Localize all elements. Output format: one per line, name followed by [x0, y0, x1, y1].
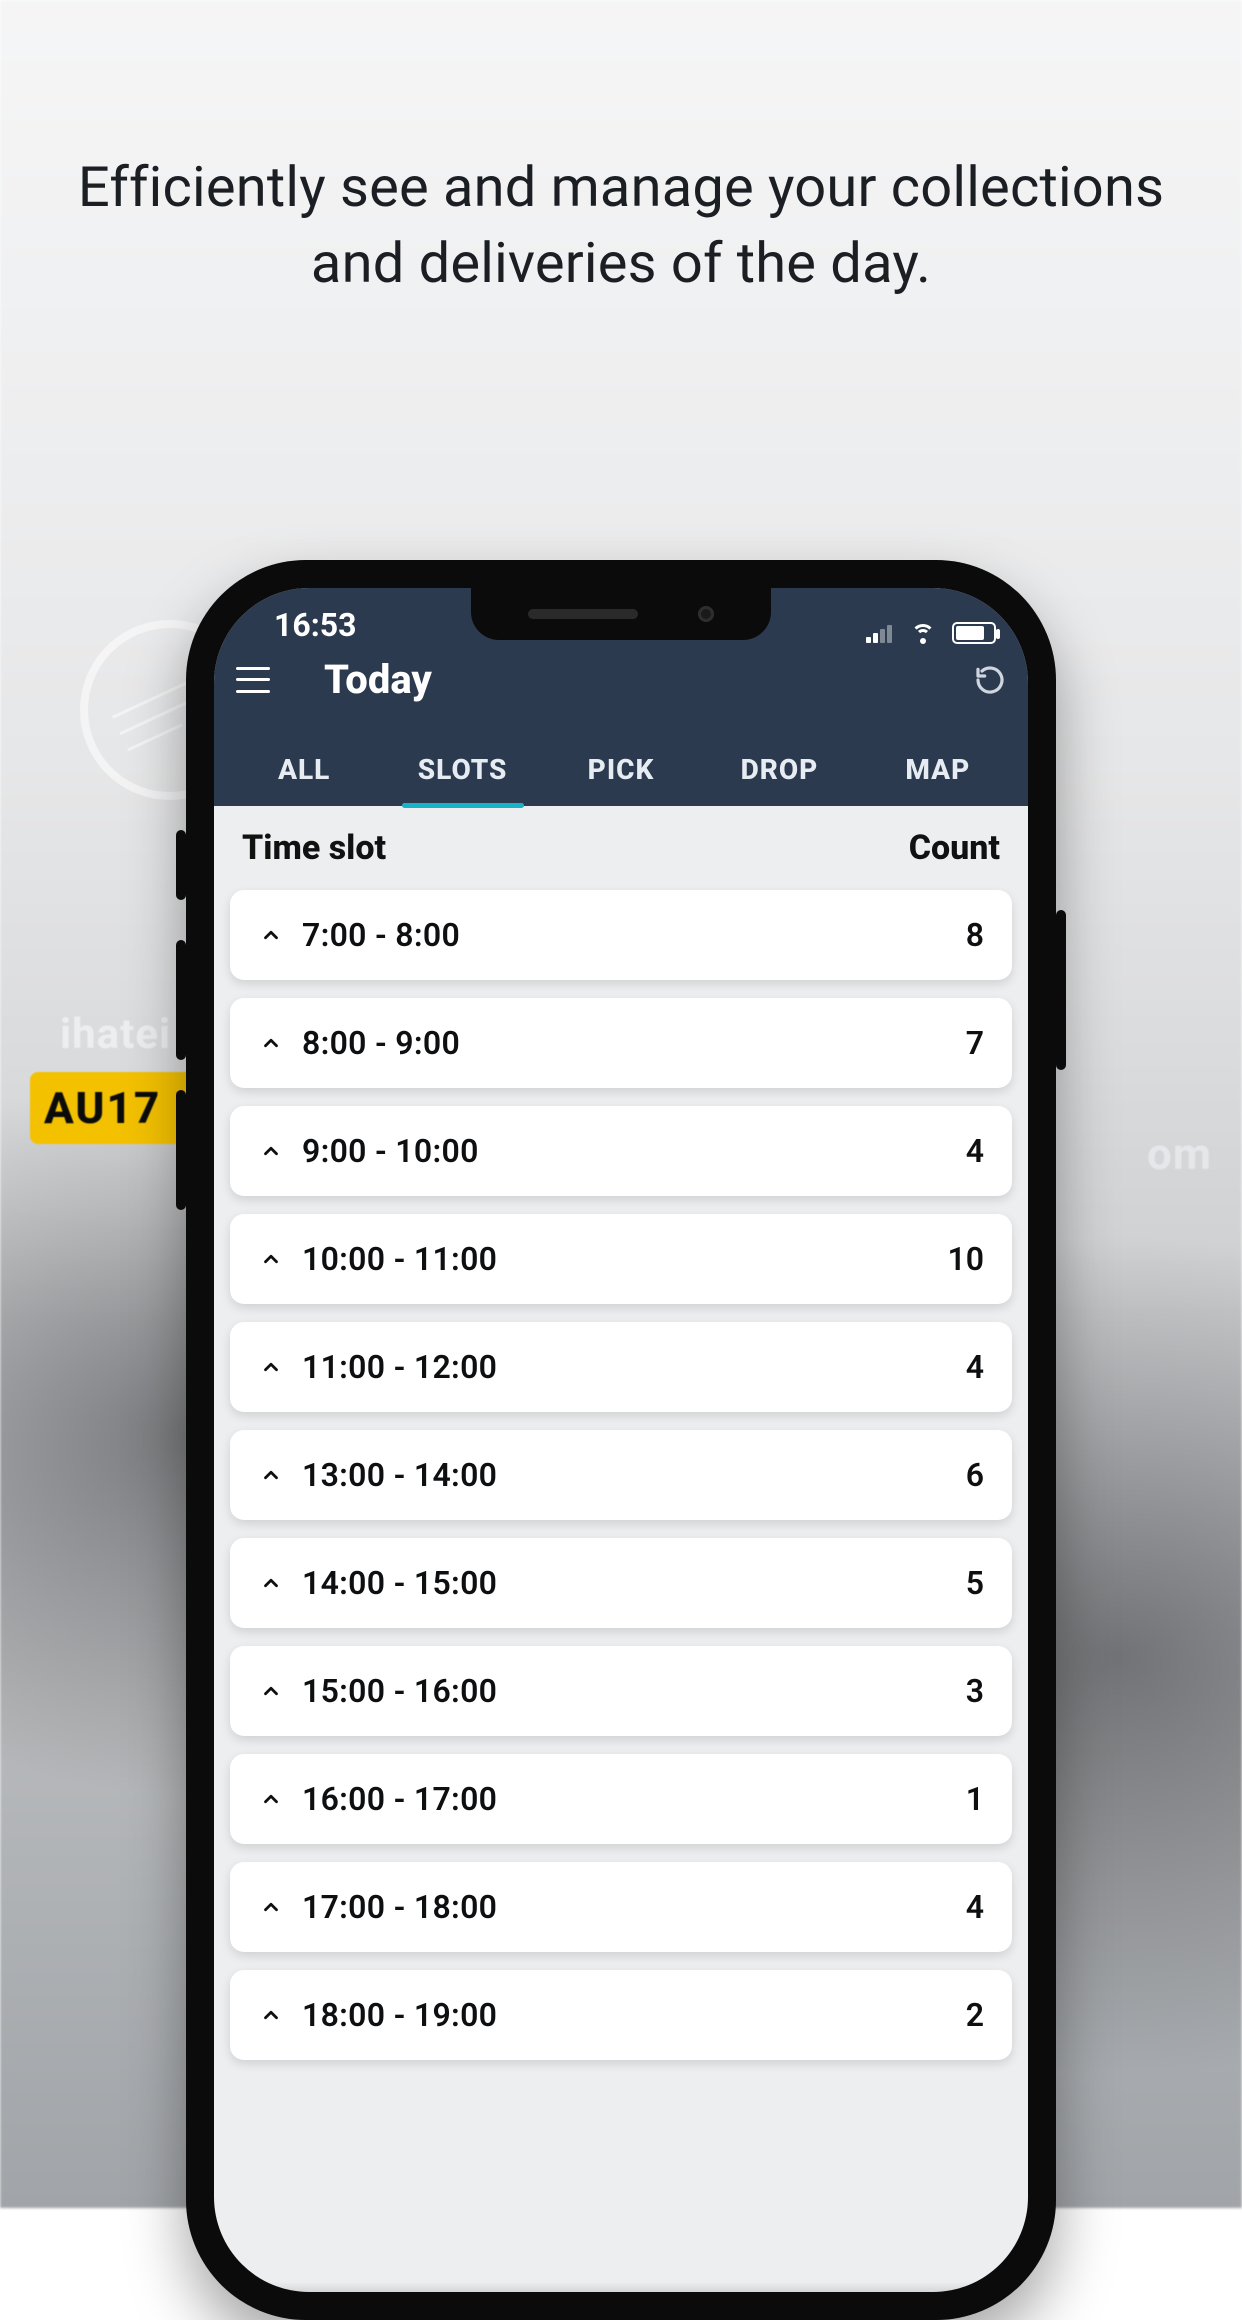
slot-count: 2	[966, 1996, 984, 2034]
chevron-up-icon	[258, 1786, 284, 1812]
list-header: Time slot Count	[214, 806, 1028, 890]
tab-label: PICK	[588, 753, 655, 786]
list-header-right: Count	[909, 828, 1000, 868]
slot-row[interactable]: 11:00 - 12:00 4	[230, 1322, 1012, 1412]
slot-row[interactable]: 17:00 - 18:00 4	[230, 1862, 1012, 1952]
slot-count: 3	[966, 1672, 984, 1710]
chevron-up-icon	[258, 1678, 284, 1704]
tab-label: DROP	[741, 753, 819, 786]
wifi-icon	[908, 622, 938, 644]
slot-count: 5	[966, 1564, 984, 1602]
slot-count: 4	[966, 1132, 984, 1170]
phone-notch	[471, 588, 771, 640]
tabs: ALL SLOTS PICK DROP MAP	[214, 717, 1028, 806]
slot-row[interactable]: 14:00 - 15:00 5	[230, 1538, 1012, 1628]
hero-headline: Efficiently see and manage your collecti…	[50, 150, 1192, 301]
chevron-up-icon	[258, 1570, 284, 1596]
slot-label: 17:00 - 18:00	[302, 1888, 497, 1926]
phone-screen: 16:53 Today	[214, 588, 1028, 2292]
slot-count: 4	[966, 1888, 984, 1926]
front-camera-icon	[698, 606, 714, 622]
tab-drop[interactable]: DROP	[703, 735, 855, 806]
tab-label: ALL	[278, 753, 330, 786]
slot-label: 18:00 - 19:00	[302, 1996, 497, 2034]
slot-count: 6	[966, 1456, 984, 1494]
slot-label: 16:00 - 17:00	[302, 1780, 497, 1818]
chevron-up-icon	[258, 1246, 284, 1272]
slot-label: 14:00 - 15:00	[302, 1564, 497, 1602]
slot-row[interactable]: 16:00 - 17:00 1	[230, 1754, 1012, 1844]
tab-label: SLOTS	[418, 753, 508, 786]
slot-row[interactable]: 8:00 - 9:00 7	[230, 998, 1012, 1088]
slot-label: 15:00 - 16:00	[302, 1672, 497, 1710]
chevron-up-icon	[258, 1030, 284, 1056]
chevron-up-icon	[258, 1354, 284, 1380]
page-title: Today	[324, 656, 432, 703]
chevron-up-icon	[258, 1462, 284, 1488]
slot-row[interactable]: 9:00 - 10:00 4	[230, 1106, 1012, 1196]
battery-icon	[952, 622, 996, 644]
mute-switch-icon	[176, 830, 186, 900]
slot-list[interactable]: 7:00 - 8:00 8 8:00 - 9:00 7 9:00 - 10:00 4 10:…	[214, 890, 1028, 2060]
cellular-icon	[866, 623, 894, 643]
slot-label: 10:00 - 11:00	[302, 1240, 497, 1278]
power-button-icon	[1056, 910, 1066, 1070]
slot-count: 4	[966, 1348, 984, 1386]
hero: Efficiently see and manage your collecti…	[0, 150, 1242, 301]
menu-button[interactable]	[236, 667, 270, 693]
slot-label: 11:00 - 12:00	[302, 1348, 497, 1386]
slot-count: 10	[947, 1240, 984, 1278]
chevron-up-icon	[258, 1894, 284, 1920]
slot-label: 7:00 - 8:00	[302, 916, 460, 954]
slot-row[interactable]: 10:00 - 11:00 10	[230, 1214, 1012, 1304]
chevron-up-icon	[258, 922, 284, 948]
phone-frame: 16:53 Today	[186, 560, 1056, 2320]
slot-count: 7	[966, 1024, 984, 1062]
tab-pick[interactable]: PICK	[545, 735, 697, 806]
content: Time slot Count 7:00 - 8:0088:00 - 9:007…	[214, 806, 1028, 2080]
slot-row[interactable]: 13:00 - 14:00 6	[230, 1430, 1012, 1520]
tab-map[interactable]: MAP	[862, 735, 1014, 806]
tab-label: MAP	[905, 753, 970, 786]
speaker-icon	[528, 609, 638, 619]
volume-down-icon	[176, 1090, 186, 1210]
chevron-up-icon	[258, 1138, 284, 1164]
tab-all[interactable]: ALL	[228, 735, 380, 806]
slot-label: 13:00 - 14:00	[302, 1456, 497, 1494]
slot-row[interactable]: 7:00 - 8:00 8	[230, 890, 1012, 980]
slot-label: 8:00 - 9:00	[302, 1024, 460, 1062]
slot-label: 9:00 - 10:00	[302, 1132, 479, 1170]
slot-count: 8	[966, 916, 984, 954]
refresh-button[interactable]	[974, 664, 1006, 696]
chevron-up-icon	[258, 2002, 284, 2028]
slot-row[interactable]: 18:00 - 19:00 2	[230, 1970, 1012, 2060]
slot-count: 1	[966, 1780, 984, 1818]
bg-right-text: om	[1147, 1128, 1212, 1180]
list-header-left: Time slot	[242, 828, 386, 868]
tab-slots[interactable]: SLOTS	[386, 735, 538, 806]
slot-row[interactable]: 15:00 - 16:00 3	[230, 1646, 1012, 1736]
app-bar: Today	[214, 650, 1028, 717]
bg-left-text: ihatei	[60, 1010, 171, 1059]
volume-up-icon	[176, 940, 186, 1060]
